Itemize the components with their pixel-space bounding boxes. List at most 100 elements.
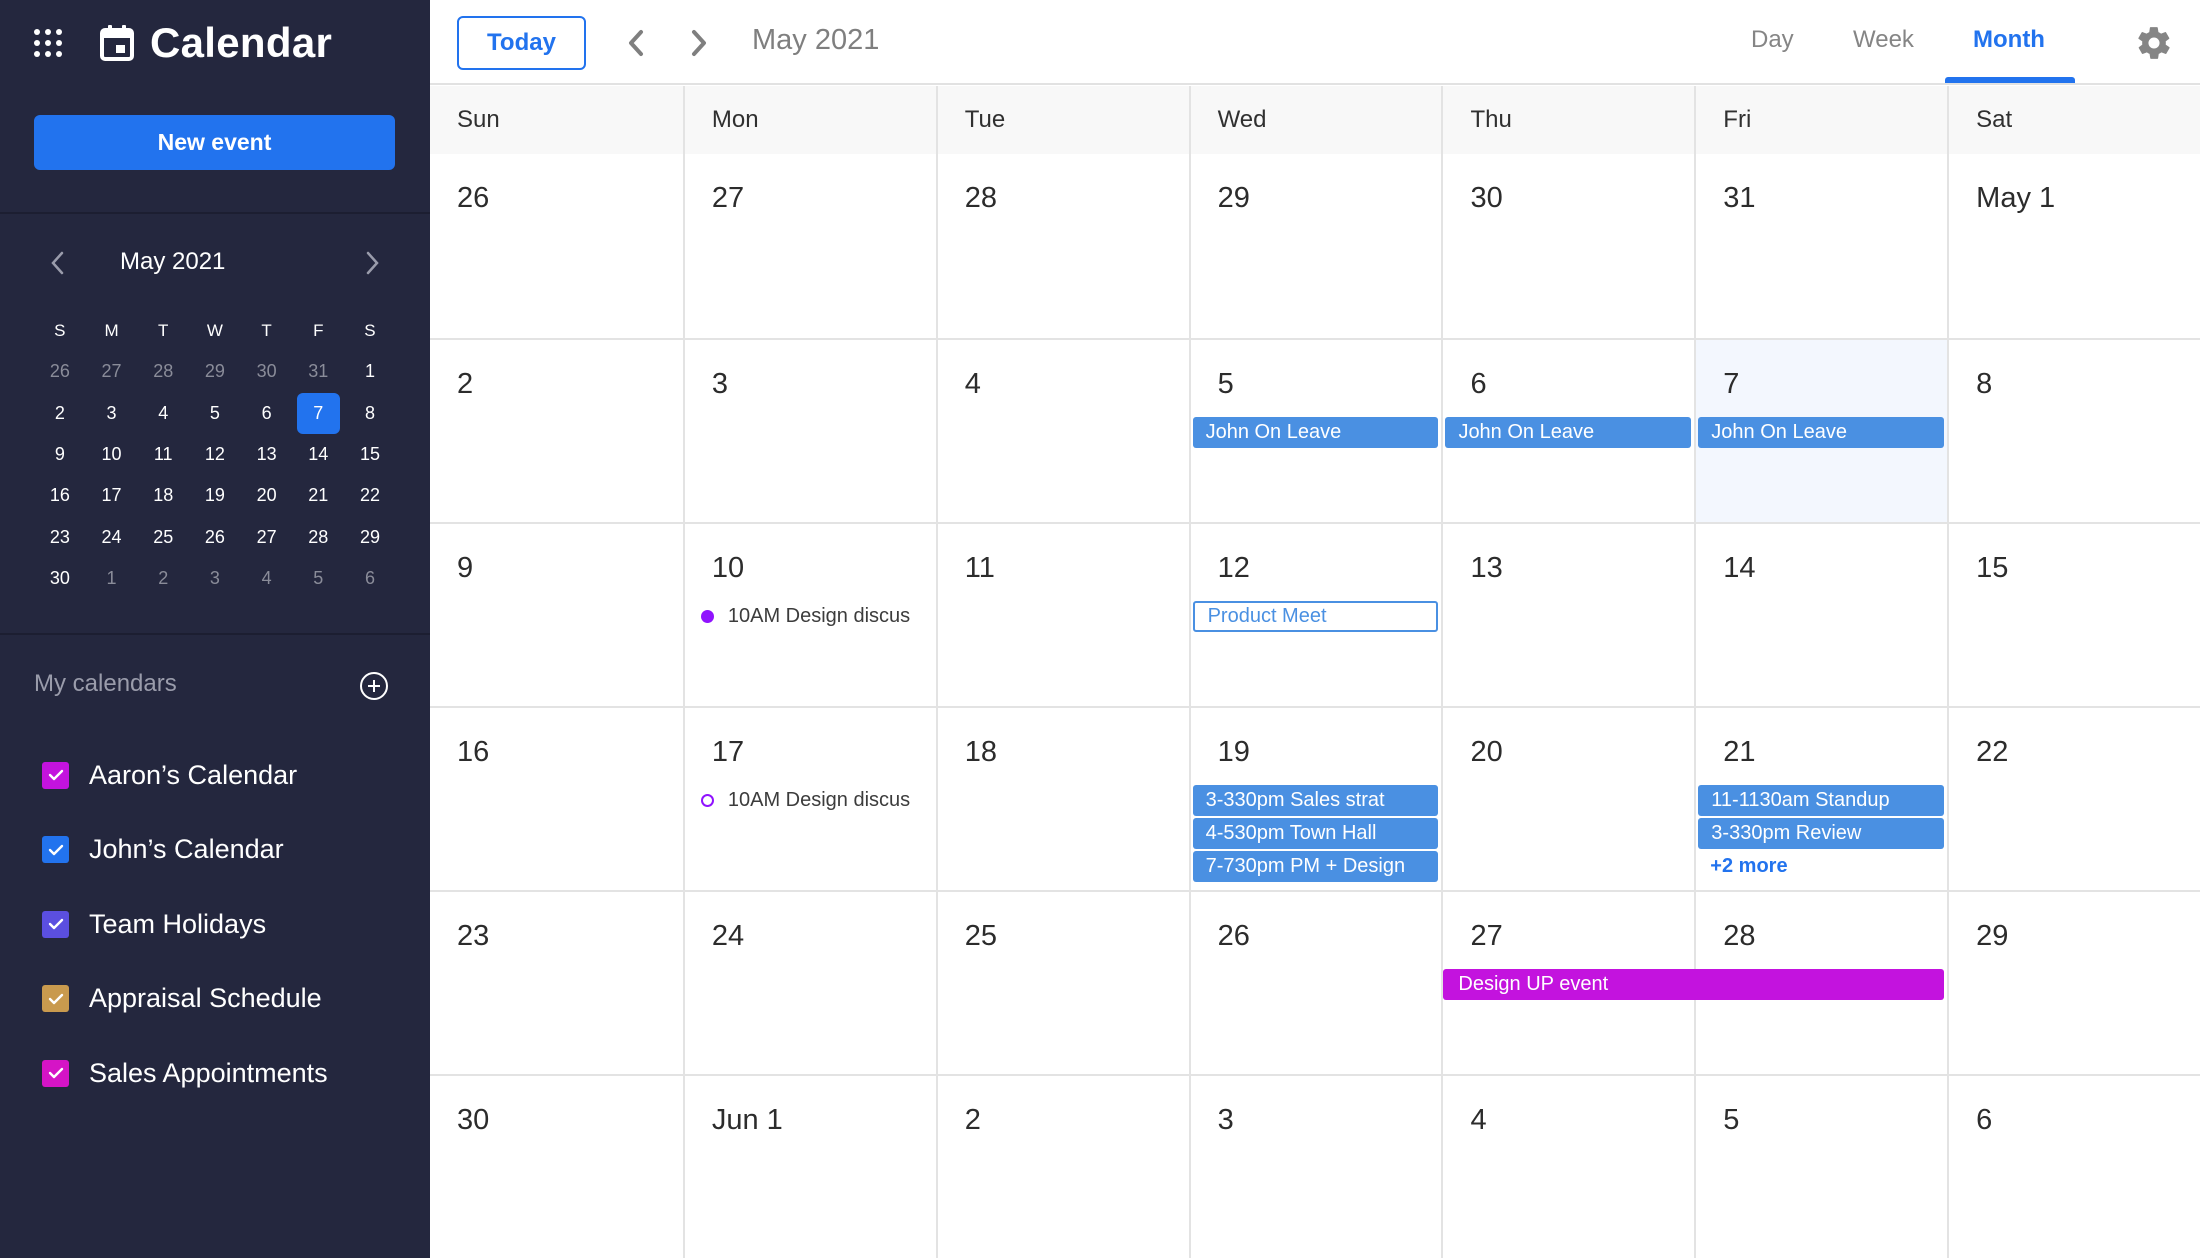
mini-day[interactable]: 27 bbox=[86, 351, 138, 392]
day-cell[interactable]: 27 bbox=[682, 154, 936, 338]
mini-day[interactable]: 27 bbox=[241, 517, 293, 558]
mini-day[interactable]: 3 bbox=[86, 393, 138, 434]
mini-day[interactable]: 15 bbox=[344, 434, 396, 475]
calendar-checkbox[interactable] bbox=[42, 836, 69, 864]
day-cell[interactable]: 6 John On Leave bbox=[1441, 340, 1694, 522]
day-cell-today[interactable]: 7 John On Leave bbox=[1694, 340, 1948, 522]
mini-prev-month-button[interactable] bbox=[42, 248, 72, 278]
day-cell[interactable]: 3 bbox=[682, 340, 936, 522]
day-cell[interactable]: 11 bbox=[935, 524, 1189, 706]
day-cell[interactable]: 21 11-1130am Standup 3-330pm Review +2 more bbox=[1694, 708, 1947, 890]
mini-day[interactable]: 26 bbox=[189, 517, 241, 558]
event-chip[interactable]: Product Meet bbox=[1192, 601, 1439, 632]
mini-day[interactable]: 5 bbox=[292, 558, 344, 599]
day-cell[interactable]: 19 3-330pm Sales strat 4-530pm Town Hall 7-… bbox=[1188, 708, 1442, 890]
calendar-checkbox[interactable] bbox=[42, 1059, 69, 1087]
mini-day[interactable]: 9 bbox=[34, 434, 86, 475]
mini-day[interactable]: 6 bbox=[241, 393, 293, 434]
calendar-item[interactable]: John’s Calendar bbox=[42, 813, 328, 888]
new-event-button[interactable]: New event bbox=[34, 115, 395, 170]
calendar-item[interactable]: Team Holidays bbox=[42, 887, 328, 962]
day-cell[interactable]: 17 10AM Design discus bbox=[682, 708, 936, 890]
mini-day[interactable]: 28 bbox=[292, 517, 344, 558]
mini-day[interactable]: 13 bbox=[241, 434, 293, 475]
mini-day[interactable]: 30 bbox=[241, 351, 293, 392]
day-cell[interactable]: 12 Product Meet bbox=[1188, 524, 1442, 706]
day-cell[interactable]: 8 bbox=[1947, 340, 2200, 522]
today-button[interactable]: Today bbox=[457, 16, 586, 70]
event-chip[interactable]: 11-1130am Standup bbox=[1698, 785, 1945, 816]
more-events-link[interactable]: +2 more bbox=[1696, 855, 1947, 878]
day-cell[interactable]: 13 bbox=[1441, 524, 1694, 706]
day-cell[interactable]: 16 bbox=[430, 708, 683, 890]
day-cell[interactable]: 25 bbox=[935, 892, 1189, 1074]
mini-day[interactable]: 23 bbox=[34, 517, 86, 558]
day-cell[interactable]: 20 bbox=[1441, 708, 1694, 890]
mini-day[interactable]: 28 bbox=[137, 351, 189, 392]
tab-day[interactable]: Day bbox=[1751, 26, 1794, 54]
add-calendar-button[interactable] bbox=[360, 672, 388, 700]
mini-day[interactable]: 30 bbox=[34, 558, 86, 599]
mini-day[interactable]: 29 bbox=[189, 351, 241, 392]
calendar-item[interactable]: Sales Appointments bbox=[42, 1036, 328, 1111]
mini-day[interactable]: 2 bbox=[137, 558, 189, 599]
mini-day[interactable]: 1 bbox=[344, 351, 396, 392]
day-cell[interactable]: 4 bbox=[935, 340, 1189, 522]
apps-grid-icon[interactable] bbox=[34, 29, 62, 57]
mini-day[interactable]: 22 bbox=[344, 475, 396, 516]
day-cell[interactable]: 24 bbox=[682, 892, 936, 1074]
mini-day[interactable]: 2 bbox=[34, 393, 86, 434]
day-cell[interactable]: 5 bbox=[1694, 1076, 1947, 1258]
mini-day[interactable]: 4 bbox=[241, 558, 293, 599]
event-chip[interactable]: 4-530pm Town Hall bbox=[1192, 818, 1439, 849]
day-cell[interactable]: 9 bbox=[430, 524, 683, 706]
day-cell[interactable]: 31 bbox=[1694, 154, 1947, 338]
day-cell[interactable]: May 1 bbox=[1947, 154, 2200, 338]
mini-next-month-button[interactable] bbox=[358, 248, 388, 278]
next-period-button[interactable] bbox=[683, 26, 717, 60]
day-cell[interactable]: 26 bbox=[430, 154, 683, 338]
day-cell[interactable]: 3 bbox=[1188, 1076, 1442, 1258]
mini-day[interactable]: 18 bbox=[137, 475, 189, 516]
mini-day[interactable]: 4 bbox=[137, 393, 189, 434]
mini-day[interactable]: 25 bbox=[137, 517, 189, 558]
tab-week[interactable]: Week bbox=[1853, 26, 1914, 54]
event-chip[interactable]: 3-330pm Sales strat bbox=[1192, 785, 1439, 816]
day-cell[interactable]: 30 bbox=[1441, 154, 1694, 338]
calendar-checkbox[interactable] bbox=[42, 910, 69, 938]
mini-day[interactable]: 16 bbox=[34, 475, 86, 516]
event-item[interactable]: 10AM Design discus bbox=[687, 601, 933, 632]
prev-period-button[interactable] bbox=[618, 26, 652, 60]
day-cell[interactable]: 26 bbox=[1188, 892, 1442, 1074]
day-cell[interactable]: 23 bbox=[430, 892, 683, 1074]
mini-day[interactable]: 5 bbox=[189, 393, 241, 434]
calendar-checkbox[interactable] bbox=[42, 985, 69, 1013]
day-cell[interactable]: 28 bbox=[935, 154, 1189, 338]
calendar-item[interactable]: Appraisal Schedule bbox=[42, 962, 328, 1037]
day-cell[interactable]: 30 bbox=[430, 1076, 683, 1258]
mini-day[interactable]: 20 bbox=[241, 475, 293, 516]
day-cell[interactable]: 2 bbox=[430, 340, 683, 522]
event-item[interactable]: 10AM Design discus bbox=[687, 785, 933, 816]
event-chip[interactable]: John On Leave bbox=[1445, 417, 1692, 448]
mini-day[interactable]: 10 bbox=[86, 434, 138, 475]
mini-day[interactable]: 6 bbox=[344, 558, 396, 599]
mini-day[interactable]: 19 bbox=[189, 475, 241, 516]
calendar-item[interactable]: Aaron’s Calendar bbox=[42, 738, 328, 813]
mini-day[interactable]: 24 bbox=[86, 517, 138, 558]
spanning-event[interactable]: Design UP event bbox=[1443, 969, 1945, 1000]
mini-day[interactable]: 11 bbox=[137, 434, 189, 475]
day-cell[interactable]: 15 bbox=[1947, 524, 2200, 706]
mini-day[interactable]: 8 bbox=[344, 393, 396, 434]
gear-icon[interactable] bbox=[2135, 24, 2173, 62]
mini-day[interactable]: 12 bbox=[189, 434, 241, 475]
event-chip[interactable]: 3-330pm Review bbox=[1698, 818, 1945, 849]
calendar-checkbox[interactable] bbox=[42, 761, 69, 789]
mini-day[interactable]: 17 bbox=[86, 475, 138, 516]
mini-day[interactable]: 21 bbox=[292, 475, 344, 516]
day-cell[interactable]: 10 10AM Design discus bbox=[682, 524, 936, 706]
day-cell[interactable]: Jun 1 bbox=[682, 1076, 936, 1258]
day-cell[interactable]: 5 John On Leave bbox=[1188, 340, 1442, 522]
day-cell[interactable]: 29 bbox=[1947, 892, 2200, 1074]
day-cell[interactable]: 6 bbox=[1947, 1076, 2200, 1258]
